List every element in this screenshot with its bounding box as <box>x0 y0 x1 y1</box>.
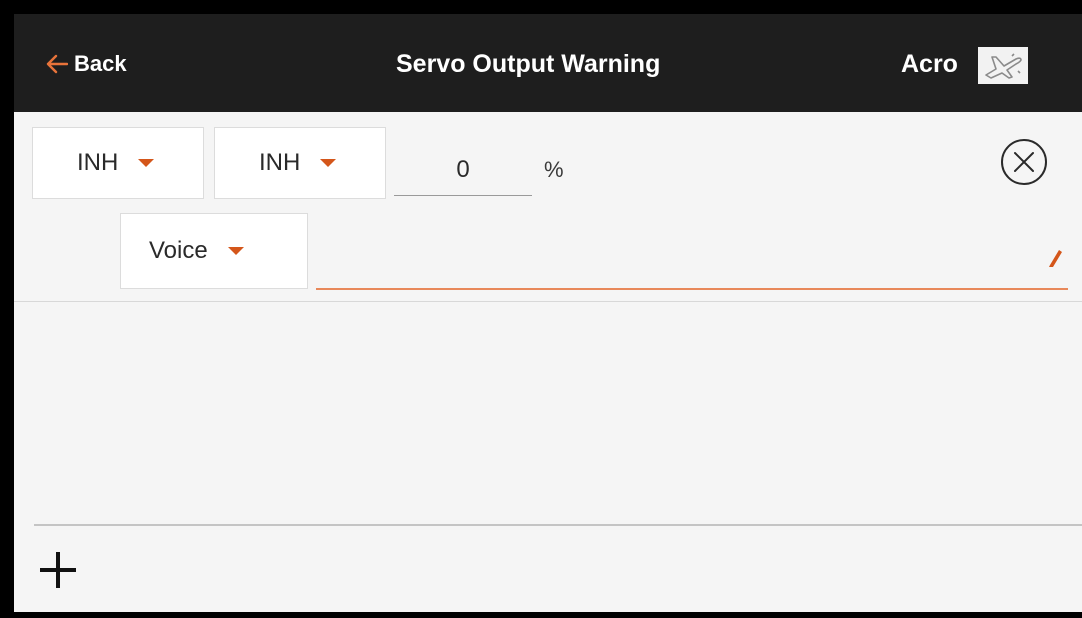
plus-icon <box>40 552 76 588</box>
close-circle-icon <box>1001 139 1047 185</box>
caret-down-icon <box>227 247 244 255</box>
app-screen: Back Servo Output Warning Acro INH INH 0… <box>14 14 1082 612</box>
voice-text-input[interactable] <box>316 236 1068 290</box>
row-divider <box>14 301 1082 302</box>
source-1-label: INH <box>77 149 119 176</box>
model-type-label: Acro <box>901 50 958 78</box>
pencil-icon[interactable] <box>1046 246 1064 268</box>
caret-down-icon <box>320 159 337 167</box>
arrow-left-icon <box>46 54 68 74</box>
add-warning-button[interactable] <box>40 552 76 588</box>
source-2-label: INH <box>259 149 301 176</box>
caret-down-icon <box>138 159 155 167</box>
header-bar: Back Servo Output Warning Acro <box>14 14 1082 112</box>
delete-button[interactable] <box>1000 138 1048 186</box>
back-label: Back <box>74 51 127 76</box>
value-input[interactable]: 0 <box>394 144 532 196</box>
source-2-dropdown[interactable]: INH <box>214 127 386 199</box>
alert-type-dropdown[interactable]: Voice <box>120 213 308 289</box>
airplane-icon[interactable] <box>978 47 1028 84</box>
footer-divider <box>34 524 1082 526</box>
back-button[interactable]: Back <box>46 44 127 84</box>
unit-label: % <box>544 157 564 182</box>
alert-type-label: Voice <box>149 237 208 264</box>
page-title: Servo Output Warning <box>396 50 661 78</box>
source-1-dropdown[interactable]: INH <box>32 127 204 199</box>
